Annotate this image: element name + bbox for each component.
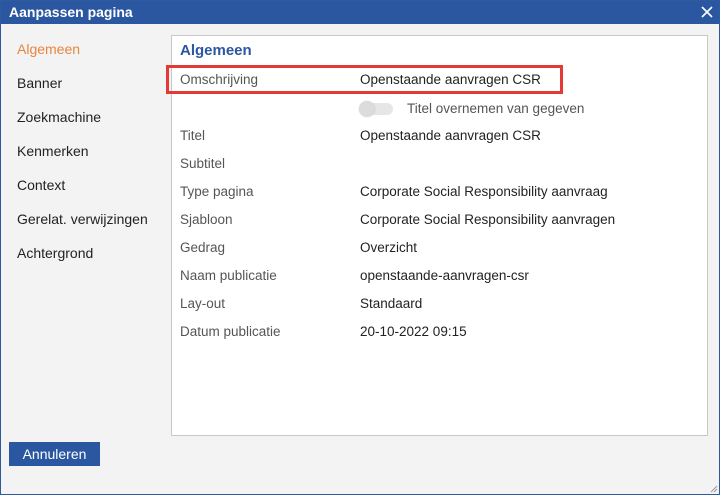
nav-item-kenmerken[interactable]: Kenmerken [17,143,167,177]
field-value[interactable]: Openstaande aanvragen CSR [360,128,541,143]
close-icon[interactable] [699,4,715,20]
field-row-subtitel[interactable]: Subtitel [180,156,700,174]
field-label: Datum publicatie [180,324,281,339]
nav-item-context[interactable]: Context [17,177,167,211]
cancel-button[interactable]: Annuleren [9,442,100,466]
nav-item-banner[interactable]: Banner [17,75,167,109]
general-settings-panel: Algemeen Omschrijving Openstaande aanvra… [171,35,708,436]
field-row-datum-publicatie[interactable]: Datum publicatie 20-10-2022 09:15 [180,324,700,342]
panel-title: Algemeen [180,42,252,59]
field-value[interactable]: openstaande-aanvragen-csr [360,268,529,283]
field-row-sjabloon[interactable]: Sjabloon Corporate Social Responsibility… [180,212,700,230]
nav-item-gerelat-verwijzingen[interactable]: Gerelat. verwijzingen [17,211,167,245]
nav-item-zoekmachine[interactable]: Zoekmachine [17,109,167,143]
field-row-titel[interactable]: Titel Openstaande aanvragen CSR [180,128,700,146]
field-label: Gedrag [180,240,226,255]
field-value[interactable]: Standaard [360,296,422,311]
field-value[interactable]: Overzicht [360,240,417,255]
toggle-knob [359,101,375,117]
field-value[interactable]: Corporate Social Responsibility aanvrage… [360,212,615,227]
title-from-data-toggle[interactable] [359,101,393,117]
field-label: Type pagina [180,184,254,199]
field-row-type-pagina[interactable]: Type pagina Corporate Social Responsibil… [180,184,700,202]
field-label: Naam publicatie [180,268,277,283]
field-row-gedrag[interactable]: Gedrag Overzicht [180,240,700,258]
field-label: Sjabloon [180,212,233,227]
toggle-label: Titel overnemen van gegeven [407,101,585,116]
field-label: Lay-out [180,296,226,311]
field-label: Titel [180,128,206,143]
field-row-lay-out[interactable]: Lay-out Standaard [180,296,700,314]
resize-grip-icon[interactable] [708,483,718,493]
field-row-naam-publicatie[interactable]: Naam publicatie openstaande-aanvragen-cs… [180,268,700,286]
field-value[interactable]: 20-10-2022 09:15 [360,324,467,339]
side-navigation: Algemeen Banner Zoekmachine Kenmerken Co… [17,41,167,279]
highlight-box [166,65,563,94]
dialog-titlebar: Aanpassen pagina [1,1,719,24]
dialog-title: Aanpassen pagina [9,4,133,20]
field-value[interactable]: Corporate Social Responsibility aanvraag [360,184,608,199]
nav-item-achtergrond[interactable]: Achtergrond [17,245,167,279]
edit-page-dialog: Aanpassen pagina Algemeen Banner Zoekmac… [0,0,720,495]
nav-item-algemeen[interactable]: Algemeen [17,41,167,75]
field-label: Subtitel [180,156,226,171]
